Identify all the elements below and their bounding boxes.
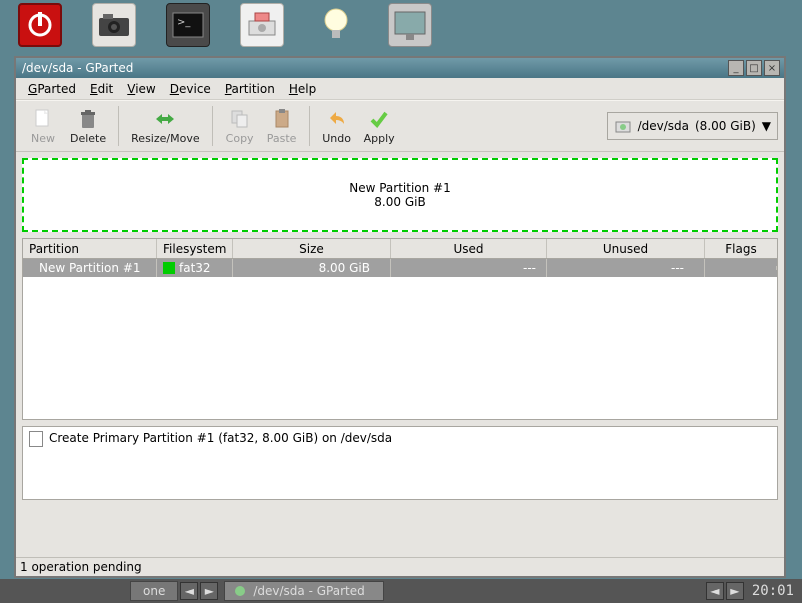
apply-label: Apply (364, 132, 395, 145)
trash-icon (77, 108, 99, 130)
undo-icon (326, 108, 348, 130)
new-icon (32, 108, 54, 130)
status-bar: 1 operation pending (16, 557, 784, 576)
file-icon (29, 431, 43, 447)
svg-text:>_: >_ (177, 17, 191, 28)
power-icon[interactable] (18, 3, 62, 47)
titlebar[interactable]: /dev/sda - GParted _ □ × (16, 58, 784, 78)
disk-install-icon[interactable] (240, 3, 284, 47)
separator (212, 106, 213, 146)
desktop-launcher-bar: >_ (0, 0, 802, 50)
disk-icon (614, 117, 632, 135)
device-path: /dev/sda (638, 119, 689, 133)
lightbulb-icon[interactable] (314, 3, 358, 47)
col-filesystem[interactable]: Filesystem (157, 239, 233, 258)
copy-icon (229, 108, 251, 130)
cell-flags (705, 266, 777, 270)
device-selector[interactable]: /dev/sda (8.00 GiB) ▼ (607, 112, 778, 140)
task-title: /dev/sda - GParted (253, 584, 364, 598)
resize-label: Resize/Move (131, 132, 199, 145)
menu-bar: GParted Edit View Device Partition Help (16, 78, 784, 100)
col-used[interactable]: Used (391, 239, 547, 258)
tray-next-button[interactable]: ► (726, 582, 744, 600)
undo-button[interactable]: Undo (316, 106, 358, 147)
cell-unused: --- (547, 259, 705, 277)
fs-color-swatch (163, 262, 175, 274)
maximize-button[interactable]: □ (746, 60, 762, 76)
menu-partition[interactable]: Partition (219, 80, 281, 98)
camera-icon[interactable] (92, 3, 136, 47)
menu-gparted[interactable]: GParted (22, 80, 82, 98)
table-header: Partition Filesystem Size Used Unused Fl… (23, 239, 777, 259)
terminal-icon[interactable]: >_ (166, 3, 210, 47)
workspace-prev-button[interactable]: ◄ (180, 582, 198, 600)
workspace-next-button[interactable]: ► (200, 582, 218, 600)
cell-partition: New Partition #1 (23, 259, 157, 277)
device-size: (8.00 GiB) (695, 119, 756, 133)
apply-button[interactable]: Apply (358, 106, 401, 147)
col-partition[interactable]: Partition (23, 239, 157, 258)
table-row[interactable]: New Partition #1 fat32 8.00 GiB --- --- (23, 259, 777, 277)
apply-icon (368, 108, 390, 130)
workspace-label[interactable]: one (130, 581, 178, 601)
col-flags[interactable]: Flags (705, 239, 777, 258)
taskbar: one ◄ ► /dev/sda - GParted ◄ ► 20:01 (0, 579, 802, 603)
status-text: 1 operation pending (20, 560, 142, 574)
undo-label: Undo (322, 132, 351, 145)
partition-visual[interactable]: New Partition #1 8.00 GiB (22, 158, 778, 232)
cell-filesystem: fat32 (157, 259, 233, 277)
partition-visual-name: New Partition #1 (349, 181, 451, 195)
delete-button[interactable]: Delete (64, 106, 112, 147)
copy-label: Copy (226, 132, 254, 145)
col-size[interactable]: Size (233, 239, 391, 258)
pending-operations: Create Primary Partition #1 (fat32, 8.00… (22, 426, 778, 500)
close-button[interactable]: × (764, 60, 780, 76)
new-label: New (31, 132, 55, 145)
tray-prev-button[interactable]: ◄ (706, 582, 724, 600)
window-title: /dev/sda - GParted (20, 61, 726, 75)
minimize-button[interactable]: _ (728, 60, 744, 76)
cell-size: 8.00 GiB (233, 259, 391, 277)
menu-view[interactable]: View (121, 80, 161, 98)
copy-button[interactable]: Copy (219, 106, 261, 147)
partition-table: Partition Filesystem Size Used Unused Fl… (22, 238, 778, 420)
resize-button[interactable]: Resize/Move (125, 106, 205, 147)
app-icon (233, 584, 247, 598)
menu-device[interactable]: Device (164, 80, 217, 98)
resize-icon (154, 108, 176, 130)
delete-label: Delete (70, 132, 106, 145)
separator (118, 106, 119, 146)
paste-button[interactable]: Paste (261, 106, 303, 147)
dropdown-icon: ▼ (762, 119, 771, 133)
monitor-icon[interactable] (388, 3, 432, 47)
gparted-window: /dev/sda - GParted _ □ × GParted Edit Vi… (14, 56, 786, 578)
partition-visual-size: 8.00 GiB (374, 195, 425, 209)
cell-used: --- (391, 259, 547, 277)
col-unused[interactable]: Unused (547, 239, 705, 258)
clock[interactable]: 20:01 (744, 583, 802, 599)
menu-edit[interactable]: Edit (84, 80, 119, 98)
new-button[interactable]: New (22, 106, 64, 147)
taskbar-task[interactable]: /dev/sda - GParted (224, 581, 384, 601)
menu-help[interactable]: Help (283, 80, 322, 98)
toolbar: New Delete Resize/Move Copy Paste Undo A… (16, 100, 784, 152)
paste-icon (271, 108, 293, 130)
operation-text[interactable]: Create Primary Partition #1 (fat32, 8.00… (49, 431, 392, 445)
paste-label: Paste (267, 132, 297, 145)
separator (309, 106, 310, 146)
